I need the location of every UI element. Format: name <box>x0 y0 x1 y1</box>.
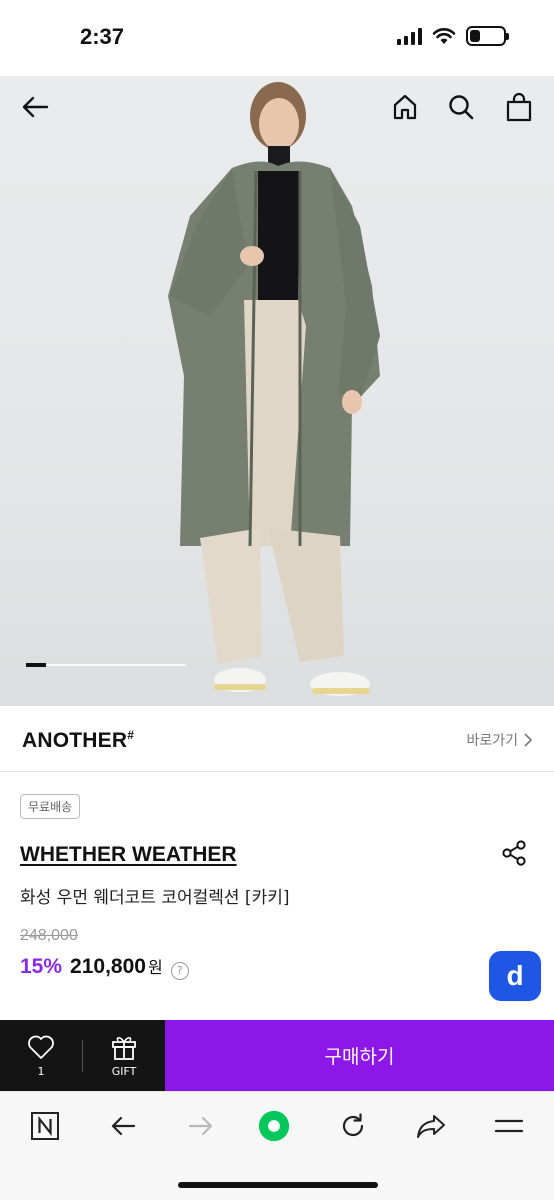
naver-n-icon <box>31 1112 59 1140</box>
wifi-icon <box>432 28 456 44</box>
search-icon <box>449 95 474 120</box>
page-indicator-active <box>26 663 46 667</box>
sale-price: 210,800 <box>70 955 146 978</box>
brand-row[interactable]: ANOTHER# 바로가기 <box>0 706 554 772</box>
purchase-action-bar: 1 GIFT 구매하기 <box>0 1020 554 1091</box>
product-name: 화성 우먼 웨더코트 코어컬렉션 [카키] <box>20 888 290 908</box>
brand-shortcut-link[interactable]: 바로가기 <box>466 730 532 750</box>
brand-shortcut-label: 바로가기 <box>466 733 518 749</box>
search-button[interactable] <box>444 90 478 124</box>
hamburger-menu-icon <box>494 1119 524 1133</box>
gift-button[interactable]: GIFT <box>83 1020 165 1091</box>
cellular-signal-icon <box>397 27 422 45</box>
home-indicator <box>178 1182 378 1188</box>
brand-logo: ANOTHER# <box>22 728 135 752</box>
buy-button[interactable]: 구매하기 <box>165 1020 554 1091</box>
product-brand-link[interactable]: WHETHER WEATHER <box>20 843 237 867</box>
image-page-indicator <box>26 663 186 667</box>
naver-green-dot-button[interactable] <box>258 1110 290 1142</box>
reload-button[interactable] <box>337 1110 369 1142</box>
battery-icon <box>466 26 509 46</box>
free-shipping-badge: 무료배송 <box>20 794 81 819</box>
status-time: 2:37 <box>80 24 125 49</box>
arrow-right-icon <box>188 1116 213 1136</box>
app-badge-button[interactable]: d <box>489 951 541 1001</box>
browser-share-button[interactable] <box>415 1110 447 1142</box>
home-button[interactable] <box>388 90 422 124</box>
share-button[interactable] <box>500 839 528 867</box>
menu-button[interactable] <box>493 1110 525 1142</box>
secondary-actions: 1 GIFT <box>0 1020 165 1091</box>
currency-unit: 원 <box>147 958 163 977</box>
model-photo <box>168 82 380 696</box>
product-nav <box>0 76 554 136</box>
share-icon <box>502 840 526 866</box>
shopping-bag-icon <box>506 92 532 122</box>
browser-forward-button[interactable] <box>185 1110 217 1142</box>
arrow-left-icon <box>111 1116 136 1136</box>
status-icons <box>397 26 509 46</box>
cart-button[interactable] <box>502 90 536 124</box>
share-arrow-icon <box>417 1115 445 1138</box>
reload-icon <box>342 1113 364 1137</box>
arrow-left-icon <box>22 96 49 118</box>
gift-icon <box>112 1036 136 1060</box>
browser-toolbar <box>0 1091 554 1200</box>
status-bar: 2:37 <box>0 0 554 76</box>
naver-button[interactable] <box>29 1110 61 1142</box>
like-button[interactable]: 1 <box>0 1020 82 1091</box>
home-icon <box>393 94 417 120</box>
heart-icon <box>28 1035 54 1059</box>
discount-rate: 15% <box>20 955 63 978</box>
price-row: 15% 210,800 원 ? <box>20 954 189 980</box>
green-dot-icon <box>258 1110 290 1142</box>
product-image[interactable] <box>0 76 554 706</box>
price-info-icon[interactable]: ? <box>170 961 189 980</box>
original-price: 248,000 <box>20 927 78 944</box>
gift-label: GIFT <box>111 1064 137 1078</box>
browser-back-button[interactable] <box>107 1110 139 1142</box>
back-button[interactable] <box>18 90 52 124</box>
like-count: 1 <box>37 1064 45 1078</box>
brand-logo-mark: # <box>127 728 135 742</box>
chevron-right-icon <box>524 733 532 747</box>
